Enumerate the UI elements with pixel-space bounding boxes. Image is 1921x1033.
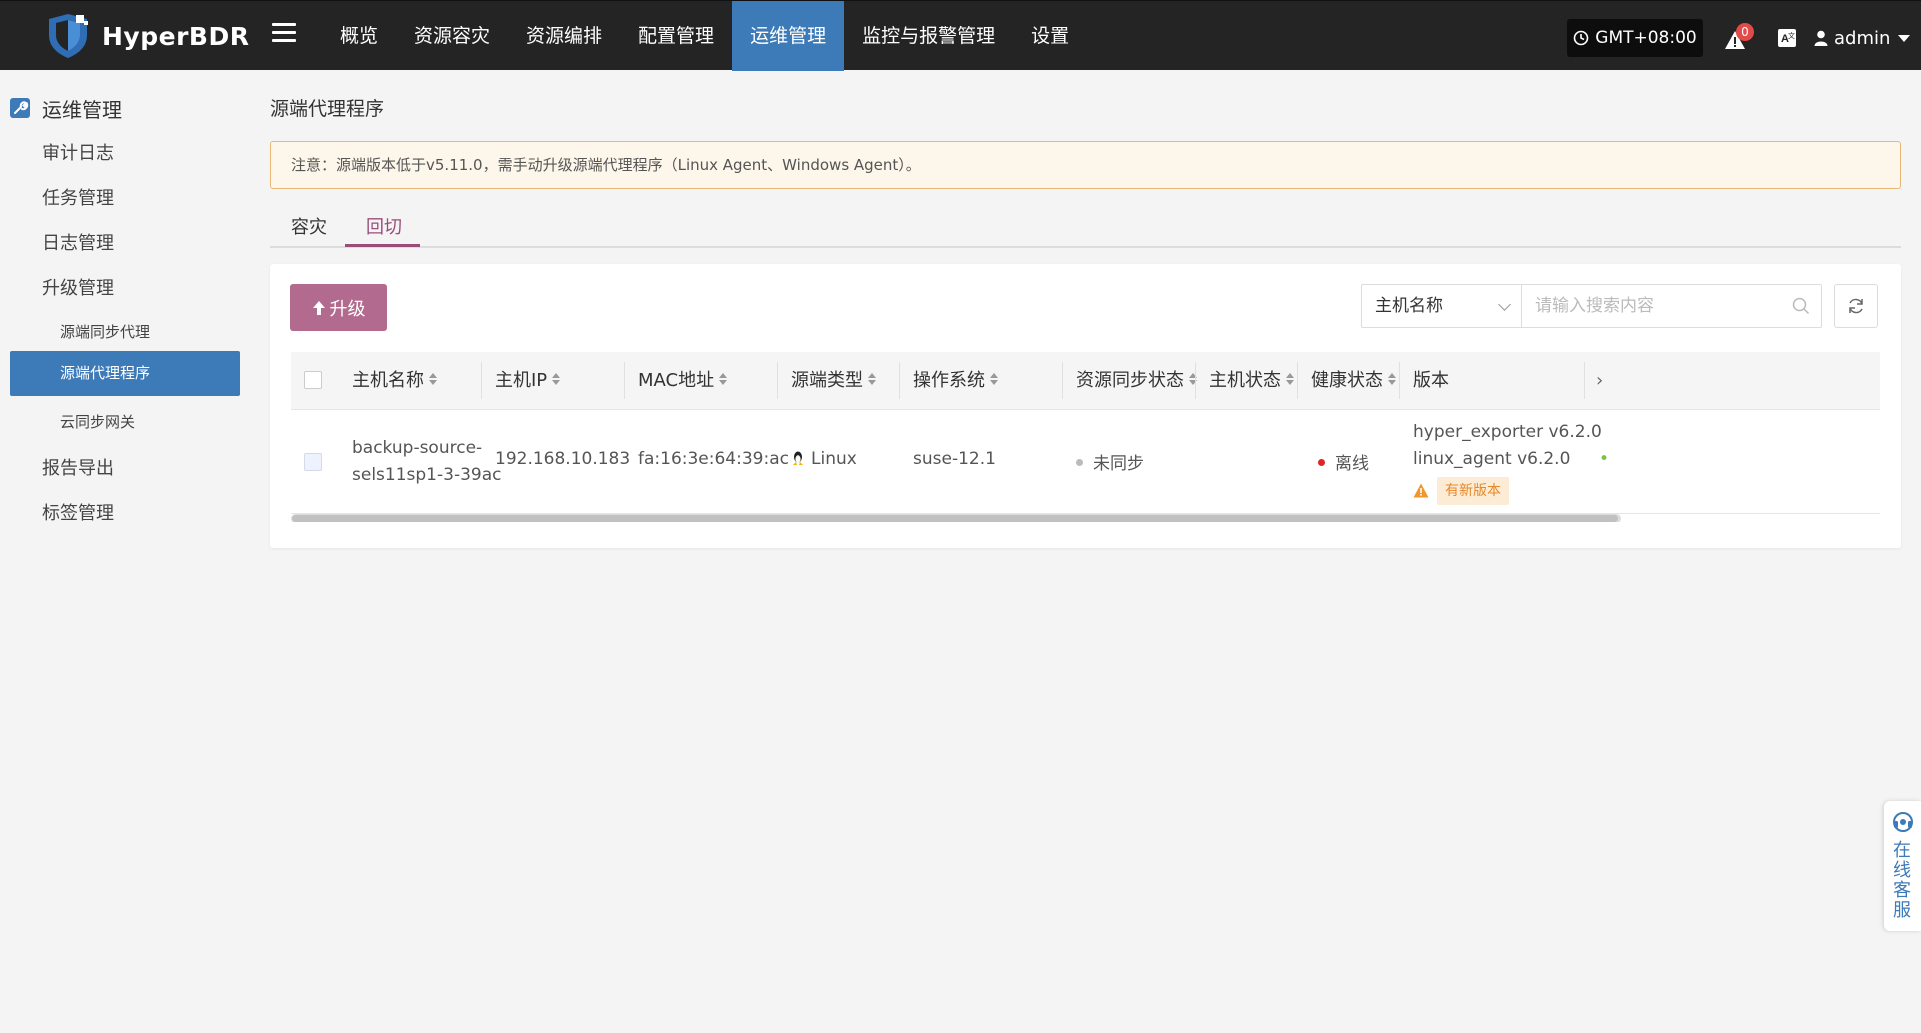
page-title: 源端代理程序 [270, 98, 385, 120]
username: admin [1834, 27, 1891, 49]
upgrade-notice: 注意：源端版本低于v5.11.0，需手动升级源端代理程序（Linux Agent… [270, 141, 1901, 189]
clock-icon [1573, 30, 1589, 46]
brand-logo[interactable]: HyperBDR [46, 13, 249, 59]
sidebar-item-source-agent[interactable]: 源端代理程序 [10, 351, 240, 396]
sort-icon[interactable] [429, 373, 437, 385]
sidebar-section-title: 运维管理 [10, 94, 122, 122]
sidebar-item-audit-log[interactable]: 审计日志 [42, 139, 114, 165]
menu-toggle-icon[interactable] [272, 23, 296, 47]
warning-icon [1413, 483, 1429, 498]
cell-mac-address: fa:16:3e:64:39:ac [638, 449, 789, 469]
main-nav: 概览 资源容灾 资源编排 配置管理 运维管理 监控与报警管理 设置 [322, 1, 1087, 71]
upgrade-button[interactable]: 升级 [290, 284, 387, 331]
sidebar-item-tag-management[interactable]: 标签管理 [42, 499, 114, 525]
timezone-display[interactable]: GMT+08:00 [1567, 19, 1703, 57]
brand-name: HyperBDR [102, 21, 250, 51]
select-all-checkbox[interactable] [304, 371, 322, 389]
sidebar-item-report-export[interactable]: 报告导出 [42, 454, 114, 480]
cell-health-status: 离线 [1318, 449, 1369, 474]
cell-version: hyper_exporter v6.2.0 linux_agent v6.2.0… [1413, 419, 1602, 505]
status-dot-icon: • [1599, 449, 1610, 469]
alert-count-badge: 0 [1736, 23, 1754, 41]
timezone-label: GMT+08:00 [1595, 28, 1697, 48]
table-row[interactable]: backup-source- sels11sp1-3-39ac 192.168.… [291, 409, 1880, 514]
search-input[interactable] [1522, 284, 1822, 328]
shield-logo-icon [49, 14, 88, 58]
nav-ops-management[interactable]: 运维管理 [732, 1, 845, 71]
sort-icon[interactable] [552, 373, 561, 385]
cell-sync-status: 未同步 [1076, 449, 1144, 474]
nav-overview[interactable]: 概览 [322, 1, 396, 71]
wrench-icon [10, 98, 30, 118]
linux-penguin-icon [793, 451, 803, 465]
sort-icon[interactable] [1388, 373, 1396, 385]
cell-host-ip: 192.168.10.183 [495, 449, 631, 469]
column-health-status[interactable]: 健康状态 [1311, 352, 1396, 409]
refresh-icon [1849, 298, 1863, 314]
headset-icon [1893, 812, 1913, 832]
column-os[interactable]: 操作系统 [913, 352, 998, 409]
sort-icon[interactable] [1286, 373, 1294, 385]
unsynced-dot-icon [1076, 458, 1083, 466]
agent-list-card: 升级 主机名称 主机名称 主机IP MAC地址 源端类型 操作系统 [270, 264, 1901, 548]
caret-down-icon [1898, 34, 1911, 42]
offline-dot-icon [1318, 458, 1325, 466]
top-navbar: HyperBDR 概览 资源容灾 资源编排 配置管理 运维管理 监控与报警管理 … [0, 0, 1921, 71]
search-field-select[interactable]: 主机名称 [1361, 284, 1522, 328]
cell-source-type: Linux [791, 449, 857, 469]
chevron-right-icon[interactable]: › [1596, 352, 1603, 409]
nav-settings[interactable]: 设置 [1013, 1, 1087, 71]
search-icon[interactable] [1792, 297, 1810, 315]
online-support-label: 在线客服 [1893, 840, 1911, 921]
column-host-status[interactable]: 主机状态 [1209, 352, 1294, 409]
nav-config-management[interactable]: 配置管理 [620, 1, 732, 71]
column-host-ip[interactable]: 主机IP [495, 352, 561, 409]
active-tab-indicator [345, 244, 420, 247]
table-header: 主机名称 主机IP MAC地址 源端类型 操作系统 资源同步状态 主机状态 健康… [291, 352, 1880, 410]
sidebar-item-upgrade-management[interactable]: 升级管理 [42, 274, 114, 300]
cell-hostname: backup-source- sels11sp1-3-39ac [352, 438, 502, 485]
sidebar-item-task-management[interactable]: 任务管理 [42, 184, 114, 210]
refresh-button[interactable] [1834, 284, 1878, 328]
sidebar-item-log-management[interactable]: 日志管理 [42, 229, 114, 255]
agent-table: 主机名称 主机IP MAC地址 源端类型 操作系统 资源同步状态 主机状态 健康… [291, 352, 1880, 522]
column-source-type[interactable]: 源端类型 [791, 352, 876, 409]
nav-monitoring-alerts[interactable]: 监控与报警管理 [844, 1, 1013, 71]
sidebar-item-cloud-sync-gateway[interactable]: 云同步网关 [60, 411, 135, 432]
horizontal-scrollbar[interactable] [291, 514, 1621, 522]
nav-resource-dr[interactable]: 资源容灾 [396, 1, 508, 71]
scrollbar-thumb[interactable] [292, 515, 1618, 522]
column-mac-address[interactable]: MAC地址 [638, 352, 728, 409]
column-version: 版本 [1413, 370, 1449, 391]
chevron-down-icon [1498, 298, 1511, 311]
tab-failback[interactable]: 回切 [366, 213, 402, 239]
user-menu[interactable]: admin [1814, 25, 1911, 51]
column-sync-status[interactable]: 资源同步状态 [1076, 352, 1197, 409]
user-icon [1814, 30, 1828, 46]
sort-icon[interactable] [719, 373, 728, 385]
tab-bar: 容灾 回切 [270, 211, 1901, 248]
sort-icon[interactable] [990, 373, 998, 385]
svg-text:文: 文 [1788, 31, 1795, 40]
column-hostname[interactable]: 主机名称 [352, 352, 437, 409]
cell-os: suse-12.1 [913, 449, 996, 469]
nav-resource-orchestration[interactable]: 资源编排 [508, 1, 620, 71]
row-checkbox[interactable] [304, 453, 322, 471]
arrow-up-icon [312, 300, 325, 315]
language-switch-icon[interactable]: A 文 [1777, 28, 1799, 50]
tab-disaster-recovery[interactable]: 容灾 [291, 213, 327, 239]
sort-icon[interactable] [868, 373, 876, 385]
online-support-widget[interactable]: 在线客服 [1884, 801, 1921, 931]
sidebar-item-source-sync-proxy[interactable]: 源端同步代理 [60, 321, 150, 342]
new-version-badge[interactable]: 有新版本 [1437, 477, 1509, 505]
